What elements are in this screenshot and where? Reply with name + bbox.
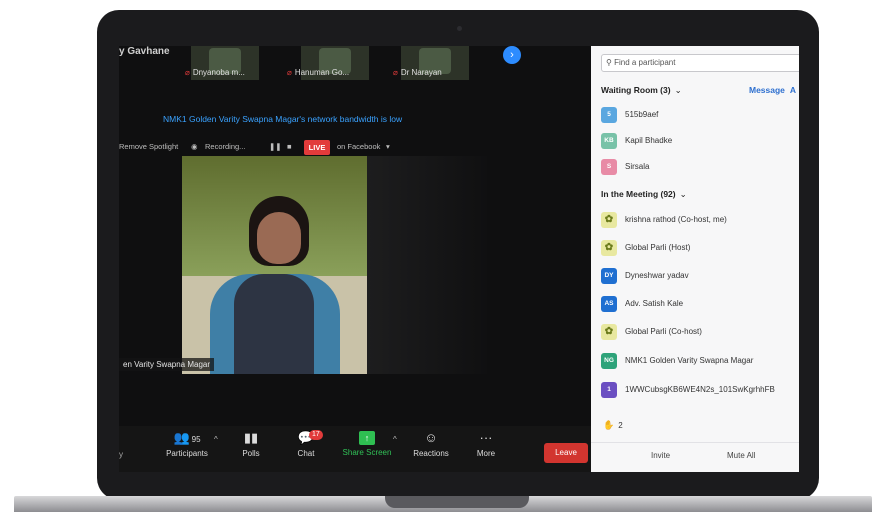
chevron-down-icon: ⌄ <box>674 85 682 95</box>
muted-mic-icon: ⌀ <box>287 68 292 77</box>
raised-hand-icon: ✋ <box>603 420 615 430</box>
live-badge[interactable]: LIVE <box>304 140 330 155</box>
panel-footer: Invite Mute All <box>591 442 799 472</box>
chevron-right-icon: › <box>510 49 514 61</box>
live-destination[interactable]: on Facebook <box>337 142 380 151</box>
remove-spotlight-button[interactable]: Remove Spotlight <box>119 142 178 151</box>
muted-mic-icon: ⌀ <box>393 68 398 77</box>
waiting-participant-row[interactable]: KB Kapil Bhadke <box>601 131 799 151</box>
recording-status: Recording... <box>205 142 246 151</box>
participant-name: Sirsala <box>625 162 650 171</box>
search-input[interactable]: ⚲ Find a participant <box>601 54 799 72</box>
participant-row[interactable]: ✿ Global Parli (Host) <box>601 238 799 258</box>
webcam <box>457 26 462 31</box>
spotlight-bar: Remove Spotlight ◉ Recording... ❚❚ ■ LIV… <box>119 140 419 156</box>
more-button[interactable]: ··· More <box>471 430 501 458</box>
message-waiting-room-link[interactable]: Message A <box>749 85 796 95</box>
participants-button[interactable]: 👥 95 Participants <box>157 430 217 458</box>
participant-name: Adv. Satish Kale <box>625 299 684 308</box>
more-icon: ··· <box>479 430 493 445</box>
participant-name: krishna rathod (Co-host, me) <box>625 215 727 224</box>
mute-all-button[interactable]: Mute All <box>727 451 755 460</box>
reactions-button[interactable]: ☺ Reactions <box>409 430 453 458</box>
participant-row[interactable]: ✿ krishna rathod (Co-host, me) <box>601 210 799 230</box>
laptop-photo: y Gavhane ⌀ Dnyanoba m... ⌀ Hanuman Go... … <box>0 0 885 512</box>
presenter-label: y Gavhane <box>119 46 170 57</box>
avatar: NG <box>601 353 617 369</box>
bandwidth-notification: NMK1 Golden Varity Swapna Magar's networ… <box>163 114 403 124</box>
share-screen-button[interactable]: ↑ Share Screen <box>341 430 393 457</box>
invite-button[interactable]: Invite <box>651 451 670 460</box>
avatar: DY <box>601 268 617 284</box>
muted-mic-icon: ⌀ <box>185 68 190 77</box>
participant-name: Global Parli (Co-host) <box>625 327 702 336</box>
leave-button[interactable]: Leave <box>544 443 588 463</box>
participant-name: 515b9aef <box>625 110 659 119</box>
flower-avatar-icon: ✿ <box>601 324 617 340</box>
meeting-area: y Gavhane ⌀ Dnyanoba m... ⌀ Hanuman Go... … <box>119 46 591 472</box>
waiting-room-header[interactable]: Waiting Room (3) ⌄ <box>601 85 682 96</box>
avatar: 1 <box>601 382 617 398</box>
participant-name: NMK1 Golden Varity Swapna Magar <box>625 356 754 365</box>
stop-recording-icon[interactable]: ■ <box>287 142 292 151</box>
participant-row[interactable]: NG NMK1 Golden Varity Swapna Magar <box>601 351 799 371</box>
share-screen-icon: ↑ <box>359 431 375 445</box>
chevron-down-icon: ⌄ <box>679 189 687 199</box>
participants-panel: ⚲ Find a participant Waiting Room (3) ⌄ M… <box>591 46 799 472</box>
video-participant-name: en Varity Swapna Magar <box>119 358 215 371</box>
next-page-button[interactable]: › <box>503 46 521 64</box>
spotlight-video <box>182 156 367 374</box>
thumbnail-label: ⌀ Dr Narayan <box>393 68 442 77</box>
flower-avatar-icon: ✿ <box>601 212 617 228</box>
flower-avatar-icon: ✿ <box>601 240 617 256</box>
avatar: 5 <box>601 107 617 123</box>
participants-icon: 👥 <box>173 430 190 445</box>
participant-name: Global Parli (Host) <box>625 243 691 252</box>
chevron-down-icon[interactable]: ▾ <box>386 142 390 151</box>
avatar: S <box>601 159 617 175</box>
meeting-toolbar: y 👥 95 Participants ^ ▮▮ Polls 💬 Chat 17 … <box>119 426 591 472</box>
participant-row[interactable]: ✿ Global Parli (Co-host) <box>601 322 799 342</box>
participant-row[interactable]: 1 1WWCubsgKB6WE4N2s_101SwKgrhhFB <box>601 380 799 400</box>
participant-name: 1WWCubsgKB6WE4N2s_101SwKgrhhFB <box>625 385 775 394</box>
recording-icon: ◉ <box>191 142 198 151</box>
avatar: KB <box>601 133 617 149</box>
search-icon: ⚲ <box>606 58 612 67</box>
participant-row[interactable]: AS Adv. Satish Kale <box>601 294 799 314</box>
thumbnail-label: ⌀ Dnyanoba m... <box>185 68 245 77</box>
participants-chevron-up-icon[interactable]: ^ <box>214 435 218 444</box>
video-background <box>367 156 487 374</box>
share-chevron-up-icon[interactable]: ^ <box>393 435 397 444</box>
in-meeting-header[interactable]: In the Meeting (92) ⌄ <box>601 189 687 200</box>
reactions-icon: ☺ <box>424 430 438 445</box>
laptop-notch <box>385 496 529 508</box>
waiting-participant-row[interactable]: 5 515b9aef <box>601 105 799 125</box>
avatar: AS <box>601 296 617 312</box>
participant-name: Dyneshwar yadav <box>625 271 689 280</box>
participants-count: 95 <box>191 435 201 444</box>
waiting-participant-row[interactable]: S Sirsala <box>601 157 799 177</box>
polls-button[interactable]: ▮▮ Polls <box>237 430 265 458</box>
participant-row[interactable]: DY Dyneshwar yadav <box>601 266 799 286</box>
pause-recording-icon[interactable]: ❚❚ <box>269 142 282 151</box>
participant-name: Kapil Bhadke <box>625 136 673 145</box>
polls-icon: ▮▮ <box>243 430 259 445</box>
thumbnail-label: ⌀ Hanuman Go... <box>287 68 350 77</box>
toolbar-fragment: y <box>119 450 123 459</box>
raised-hands-indicator[interactable]: ✋ 2 <box>603 420 623 431</box>
zoom-window: y Gavhane ⌀ Dnyanoba m... ⌀ Hanuman Go... … <box>119 46 799 472</box>
chat-unread-badge: 17 <box>309 430 323 440</box>
